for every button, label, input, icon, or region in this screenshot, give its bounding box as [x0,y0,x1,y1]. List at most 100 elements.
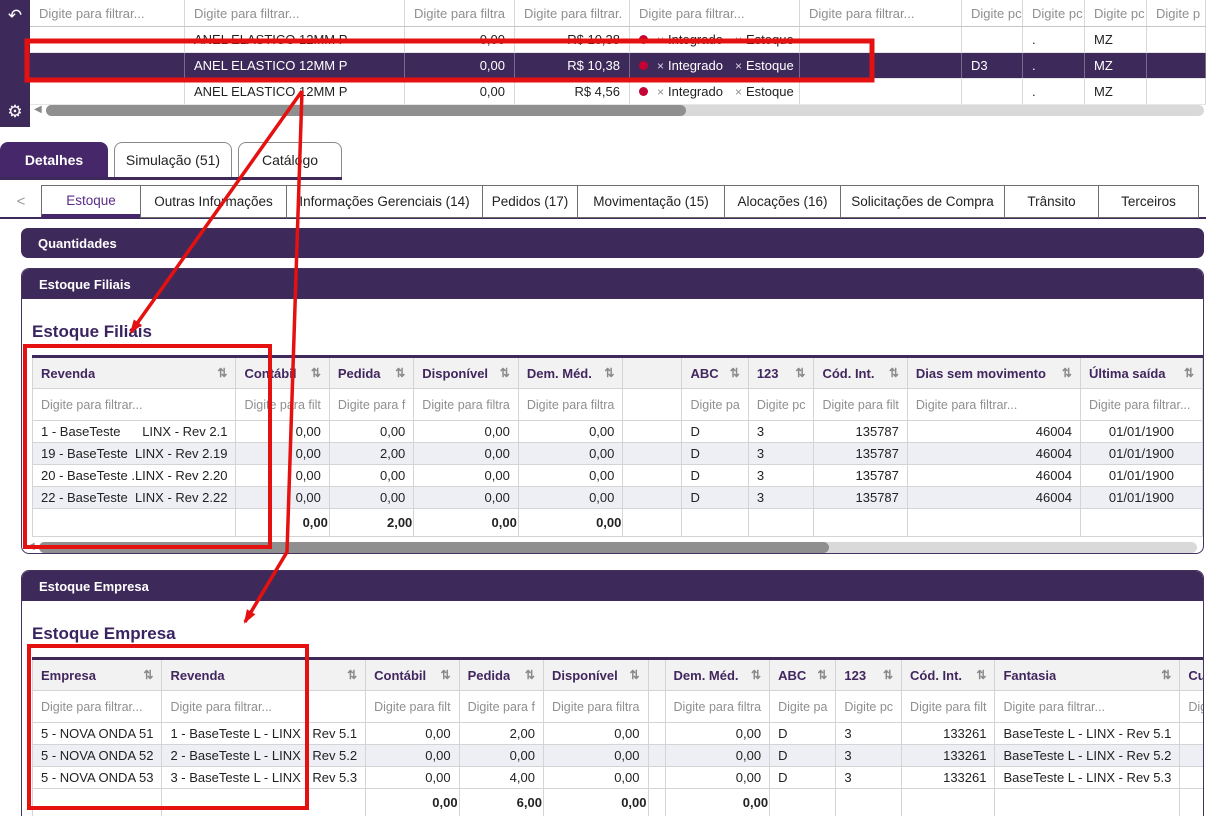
filter-input[interactable]: Digite para filtra [664,690,771,723]
tab-movimentacao[interactable]: Movimentação (15) [577,185,725,218]
sort-icon[interactable]: ⇅ [889,366,899,380]
table-row[interactable]: 1 - BaseTeste LINX - Rev 2.1 0,00 0,00 0,00 0… [31,420,1203,443]
tab-solicitacoes-de-compra[interactable]: Solicitações de Compra [840,185,1005,218]
filter-input[interactable]: Digite para filtra [405,0,515,26]
column-header-dem-m-d[interactable]: Dem. Méd. ⇅ [664,658,771,691]
sort-icon[interactable]: ⇅ [1161,668,1171,682]
filter-input[interactable]: Digite para filt [365,690,460,723]
section-bar-quantidades[interactable]: Quantidades [21,228,1204,258]
filter-input[interactable]: Digite p [1147,0,1206,26]
table-row[interactable]: ANEL ELASTICO 12MM P 0,00 R$ 10,38 × Inte… [30,27,1206,53]
filter-input[interactable]: Digite para filtrar... [630,0,800,26]
sort-icon[interactable]: ⇅ [629,668,639,682]
column-header-cont-bil[interactable]: Contábil ⇅ [365,658,460,691]
tab-pedidos[interactable]: Pedidos (17) [482,185,578,218]
column-header-empresa[interactable]: Empresa ⇅ [31,658,163,691]
gear-icon[interactable]: ⚙ [7,103,22,120]
tab-informacoes-gerenciais[interactable]: Informações Gerenciais (14) [286,185,483,218]
column-header-dias-sem-movimento[interactable]: Dias sem movimento ⇅ [906,356,1081,389]
filter-input[interactable]: Digite para filtra [542,690,649,723]
table-row[interactable]: ANEL ELASTICO 12MM P 0,00 R$ 4,56 × Integ… [30,79,1206,105]
filter-input[interactable]: Digite para filtra [413,388,519,421]
section-bar-estoque-filiais[interactable]: Estoque Filiais [22,269,1203,299]
scroll-left-icon[interactable]: ◀ [34,105,42,115]
filter-input[interactable]: Digite para f [328,388,415,421]
filter-input[interactable]: Digite pc [835,690,903,723]
filter-input[interactable]: Digite para filt [235,388,330,421]
tag-integrado[interactable]: × Integrado [657,58,723,73]
table-row[interactable]: 5 - NOVA ONDA 52 2 - BaseTeste L - LINX -… [31,744,1203,767]
table-row[interactable]: 20 - BaseTeste . LINX - Rev 2.20 0,00 0,00 0… [31,464,1203,487]
tag-estoque[interactable]: × Estoque [735,58,794,73]
sort-icon[interactable]: ⇅ [395,366,405,380]
tab-catalogo[interactable]: Catálogo [238,142,342,177]
filter-input[interactable]: Digite para filt [901,690,996,723]
tag-integrado[interactable]: × Integrado [657,84,723,99]
filter-input[interactable]: Digite p [1179,690,1203,723]
filter-input[interactable]: Digite pc [962,0,1023,26]
scrollbar-thumb[interactable] [38,541,829,553]
tab-terceiros[interactable]: Terceiros [1098,185,1199,218]
column-header-fantasia[interactable]: Fantasia ⇅ [994,658,1181,691]
tab-detalhes[interactable]: Detalhes [0,142,108,177]
column-header-cont-bil[interactable]: Contábil ⇅ [235,356,330,389]
sort-icon[interactable]: ⇅ [751,668,761,682]
sort-icon[interactable]: ⇅ [604,366,614,380]
filter-input[interactable]: Digite para filtrar. [515,0,630,26]
section-bar-estoque-empresa[interactable]: Estoque Empresa [22,571,1203,601]
column-header-custo[interactable]: Custo⇅ [1179,658,1203,691]
table-row-selected[interactable]: ANEL ELASTICO 12MM P 0,00 R$ 10,38 × Inte… [30,53,1206,79]
table-row[interactable]: 22 - BaseTeste LINX - Rev 2.22 0,00 0,00 0,0… [31,486,1203,509]
sort-icon[interactable]: ⇅ [795,366,805,380]
sort-icon[interactable]: ⇅ [817,668,827,682]
remove-tag-icon[interactable]: × [735,59,742,73]
tag-integrado[interactable]: × Integrado [657,32,723,47]
sort-icon[interactable]: ⇅ [1062,366,1072,380]
column-header-123[interactable]: 123 ⇅ [747,356,815,389]
tag-estoque[interactable]: × Estoque [735,32,794,47]
column-header-c-d-int[interactable]: Cód. Int. ⇅ [901,658,996,691]
sort-icon[interactable]: ⇅ [1184,366,1194,380]
filter-input[interactable]: Digite pa [769,690,837,723]
remove-tag-icon[interactable]: × [657,59,664,73]
filter-input[interactable]: Digite para filtrar... [31,388,237,421]
column-header-dem-m-d[interactable]: Dem. Méd. ⇅ [517,356,624,389]
scrollbar-thumb[interactable] [45,104,686,116]
back-icon[interactable]: ↶ [8,7,22,24]
table-row[interactable]: 5 - NOVA ONDA 53 3 - BaseTeste L - LINX -… [31,766,1203,789]
sort-icon[interactable]: ⇅ [311,366,321,380]
column-header-c-d-int[interactable]: Cód. Int. ⇅ [813,356,908,389]
sort-icon[interactable]: ⇅ [217,366,227,380]
filter-input[interactable]: Digite para filtra [517,388,624,421]
tabs-scroll-left-icon[interactable]: < [0,185,42,218]
filter-input[interactable]: Digite para filt [813,388,908,421]
tab-outras-informacoes[interactable]: Outras Informações [140,185,287,218]
column-header-123[interactable]: 123 ⇅ [835,658,903,691]
remove-tag-icon[interactable]: × [657,85,664,99]
filter-input[interactable]: Digite pc [1085,0,1147,26]
table-row[interactable]: 5 - NOVA ONDA 51 1 - BaseTeste L - LINX -… [31,722,1203,745]
sort-icon[interactable]: ⇅ [441,668,451,682]
table-row[interactable]: 19 - BaseTeste LINX - Rev 2.19 0,00 2,00 0,0… [31,442,1203,465]
sort-icon[interactable]: ⇅ [500,366,510,380]
tag-estoque[interactable]: × Estoque [735,84,794,99]
remove-tag-icon[interactable]: × [657,33,664,47]
filter-input[interactable]: Digite para f [458,690,544,723]
column-header-revenda[interactable]: Revenda ⇅ [161,658,367,691]
scroll-left-icon[interactable]: ◀ [27,542,35,552]
column-header-pedida[interactable]: Pedida ⇅ [328,356,415,389]
filter-input[interactable]: Digite para filtrar... [185,0,405,26]
sort-icon[interactable]: ⇅ [976,668,986,682]
column-header-ltima-sa-da[interactable]: Última saída ⇅ [1079,356,1203,389]
filter-input[interactable]: Digite pc [1023,0,1085,26]
column-header-abc[interactable]: ABC ⇅ [769,658,837,691]
filter-input[interactable]: Digite para filtrar... [31,690,163,723]
remove-tag-icon[interactable]: × [735,85,742,99]
filter-input[interactable]: Digite para filtrar... [1079,388,1203,421]
sort-icon[interactable]: ⇅ [143,668,153,682]
filter-input[interactable]: Digite para filtrar... [30,0,185,26]
tab-estoque[interactable]: Estoque [41,185,141,218]
sort-icon[interactable]: ⇅ [730,366,740,380]
remove-tag-icon[interactable]: × [735,33,742,47]
filter-input[interactable]: Digite pa [681,388,749,421]
